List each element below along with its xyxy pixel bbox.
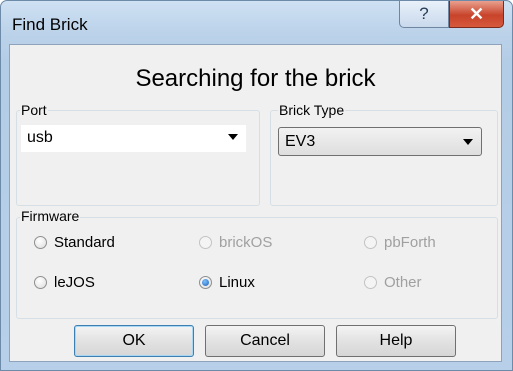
title-bar[interactable]: Find Brick ? ✕ [1,1,512,45]
brick-type-value: EV3 [285,133,316,150]
chevron-down-icon [228,134,238,140]
brick-type-group [270,110,498,206]
radio-label: leJOS [54,274,95,291]
radio-other[interactable]: Other [364,274,422,291]
brick-type-select[interactable]: EV3 [278,127,482,156]
radio-indicator [34,276,47,289]
dialog-client-area: Searching for the brick Port usb Brick T… [9,44,502,362]
radio-label: Standard [54,234,115,251]
radio-lejos[interactable]: leJOS [34,274,95,291]
radio-indicator [34,236,47,249]
cancel-button[interactable]: Cancel [205,325,325,357]
radio-label: pbForth [384,234,436,251]
dialog-heading: Searching for the brick [135,65,376,92]
firmware-group [16,217,498,319]
radio-pbforth[interactable]: pbForth [364,234,436,251]
radio-label: Other [384,274,422,291]
port-value: usb [27,129,53,146]
radio-brickos[interactable]: brickOS [199,234,272,251]
find-brick-dialog: Find Brick ? ✕ Searching for the brick P… [0,0,513,371]
radio-indicator [364,236,377,249]
brick-type-label: Brick Type [278,102,346,118]
port-label: Port [20,102,48,118]
radio-indicator [199,236,212,249]
radio-indicator [364,276,377,289]
firmware-label: Firmware [20,208,81,224]
close-icon: ✕ [468,3,485,24]
ok-button[interactable]: OK [74,325,194,357]
chevron-down-icon [463,139,473,145]
radio-label: Linux [219,274,255,291]
radio-linux[interactable]: Linux [199,274,255,291]
radio-label: brickOS [219,234,273,251]
question-icon: ? [419,4,429,23]
radio-indicator [199,276,212,289]
window-title: Find Brick [12,15,88,34]
port-select[interactable]: usb [21,125,246,152]
close-button[interactable]: ✕ [449,1,504,28]
radio-standard[interactable]: Standard [34,234,115,251]
help-titlebar-button[interactable]: ? [399,1,449,28]
help-button[interactable]: Help [336,325,456,357]
